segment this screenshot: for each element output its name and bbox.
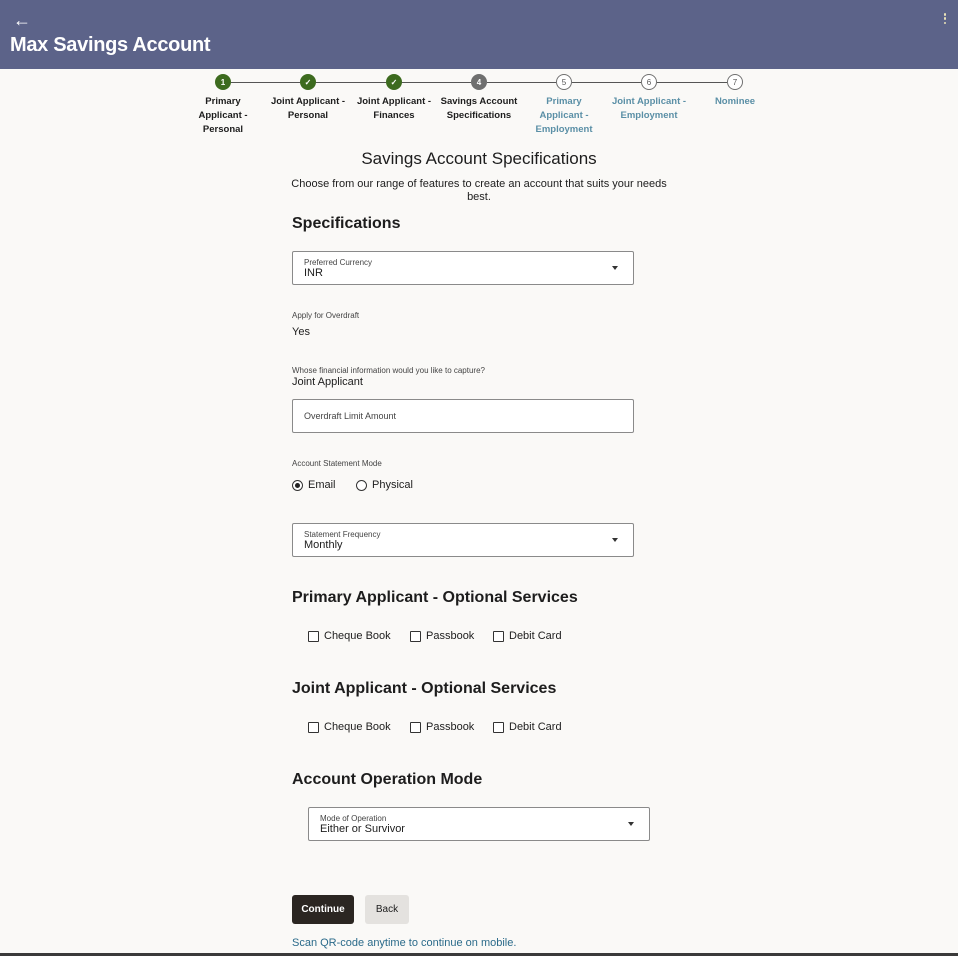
checkbox-icon: [493, 630, 504, 642]
radio-selected-icon: [292, 479, 303, 491]
input-placeholder: Overdraft Limit Amount: [304, 411, 397, 421]
field-value: Either or Survivor: [320, 823, 405, 835]
operation-mode-title: Account Operation Mode: [292, 771, 483, 788]
step-label: Nominee: [714, 96, 756, 107]
field-value: INR: [304, 267, 323, 279]
primary-cheque-book-checkbox[interactable]: Cheque Book: [308, 630, 391, 642]
kebab-menu-icon[interactable]: [943, 13, 947, 27]
back-button[interactable]: Back: [365, 895, 409, 924]
step-number-icon: 6: [641, 74, 657, 90]
step-label: Joint Applicant - Employment: [611, 96, 687, 121]
radio-label: Physical: [372, 479, 413, 491]
checkmark-icon: ✓: [386, 74, 402, 90]
field-value: Monthly: [304, 539, 343, 551]
back-arrow-icon[interactable]: ←: [13, 10, 31, 30]
section-heading: Savings Account Specifications: [361, 149, 597, 168]
preferred-currency-select[interactable]: Preferred Currency INR: [292, 251, 634, 285]
chevron-down-icon: [628, 822, 634, 826]
step-number-icon: 4: [471, 74, 487, 90]
checkbox-icon: [410, 630, 421, 642]
checkbox-icon: [493, 721, 504, 733]
chevron-down-icon: [612, 266, 618, 270]
checkbox-label: Debit Card: [509, 630, 562, 642]
radio-physical[interactable]: Physical: [356, 479, 413, 491]
checkbox-icon: [410, 721, 421, 733]
step-joint-applicant-employment[interactable]: 6 Joint Applicant - Employment: [604, 72, 694, 123]
financial-info-value: Joint Applicant: [292, 376, 363, 388]
step-label: Savings Account Specifications: [440, 96, 518, 121]
checkbox-label: Passbook: [426, 630, 475, 642]
step-label: Joint Applicant - Finances: [356, 96, 432, 121]
step-number-icon: 5: [556, 74, 572, 90]
app-header: ← Max Savings Account: [0, 0, 958, 69]
checkbox-label: Cheque Book: [324, 721, 391, 733]
radio-label: Email: [308, 479, 336, 491]
mode-of-operation-select[interactable]: Mode of Operation Either or Survivor: [308, 807, 650, 841]
step-number-icon: 1: [215, 74, 231, 90]
checkmark-icon: ✓: [300, 74, 316, 90]
step-label: Primary Applicant - Employment: [535, 96, 593, 135]
step-primary-applicant-employment[interactable]: 5 Primary Applicant - Employment: [519, 72, 609, 137]
radio-email[interactable]: Email: [292, 479, 336, 491]
primary-debit-card-checkbox[interactable]: Debit Card: [493, 630, 562, 642]
statement-frequency-select[interactable]: Statement Frequency Monthly: [292, 523, 634, 557]
financial-info-label: Whose financial information would you li…: [292, 366, 485, 375]
overdraft-limit-input[interactable]: Overdraft Limit Amount: [292, 399, 634, 433]
overdraft-value: Yes: [292, 326, 310, 338]
statement-mode-label: Account Statement Mode: [292, 459, 382, 468]
step-primary-applicant-personal[interactable]: 1 Primary Applicant - Personal: [178, 72, 268, 137]
joint-services-title: Joint Applicant - Optional Services: [292, 680, 557, 697]
joint-cheque-book-checkbox[interactable]: Cheque Book: [308, 721, 391, 733]
field-label: Mode of Operation: [320, 814, 387, 823]
step-number-icon: 7: [727, 74, 743, 90]
joint-passbook-checkbox[interactable]: Passbook: [410, 721, 474, 733]
continue-button[interactable]: Continue: [292, 895, 354, 924]
chevron-down-icon: [612, 538, 618, 542]
checkbox-label: Debit Card: [509, 721, 562, 733]
progress-stepper: 1 Primary Applicant - Personal ✓ Joint A…: [0, 72, 958, 144]
qr-code-link[interactable]: Scan QR-code anytime to continue on mobi…: [292, 937, 516, 949]
step-joint-applicant-personal[interactable]: ✓ Joint Applicant - Personal: [263, 72, 353, 123]
checkbox-icon: [308, 721, 319, 733]
step-label: Joint Applicant - Personal: [270, 96, 346, 121]
checkbox-icon: [308, 630, 319, 642]
page-title: Max Savings Account: [10, 34, 211, 56]
field-label: Preferred Currency: [304, 258, 373, 267]
step-nominee[interactable]: 7 Nominee: [690, 72, 780, 109]
radio-unselected-icon: [356, 479, 367, 491]
primary-passbook-checkbox[interactable]: Passbook: [410, 630, 474, 642]
section-description: Choose from our range of features to cre…: [291, 178, 667, 203]
field-label: Statement Frequency: [304, 530, 381, 539]
step-joint-applicant-finances[interactable]: ✓ Joint Applicant - Finances: [349, 72, 439, 123]
checkbox-label: Passbook: [426, 721, 475, 733]
checkbox-label: Cheque Book: [324, 630, 391, 642]
joint-debit-card-checkbox[interactable]: Debit Card: [493, 721, 562, 733]
specifications-title: Specifications: [292, 215, 401, 232]
overdraft-label: Apply for Overdraft: [292, 311, 360, 320]
step-savings-account-specifications[interactable]: 4 Savings Account Specifications: [434, 72, 524, 123]
step-label: Primary Applicant - Personal: [198, 96, 248, 135]
primary-services-title: Primary Applicant - Optional Services: [292, 589, 578, 606]
